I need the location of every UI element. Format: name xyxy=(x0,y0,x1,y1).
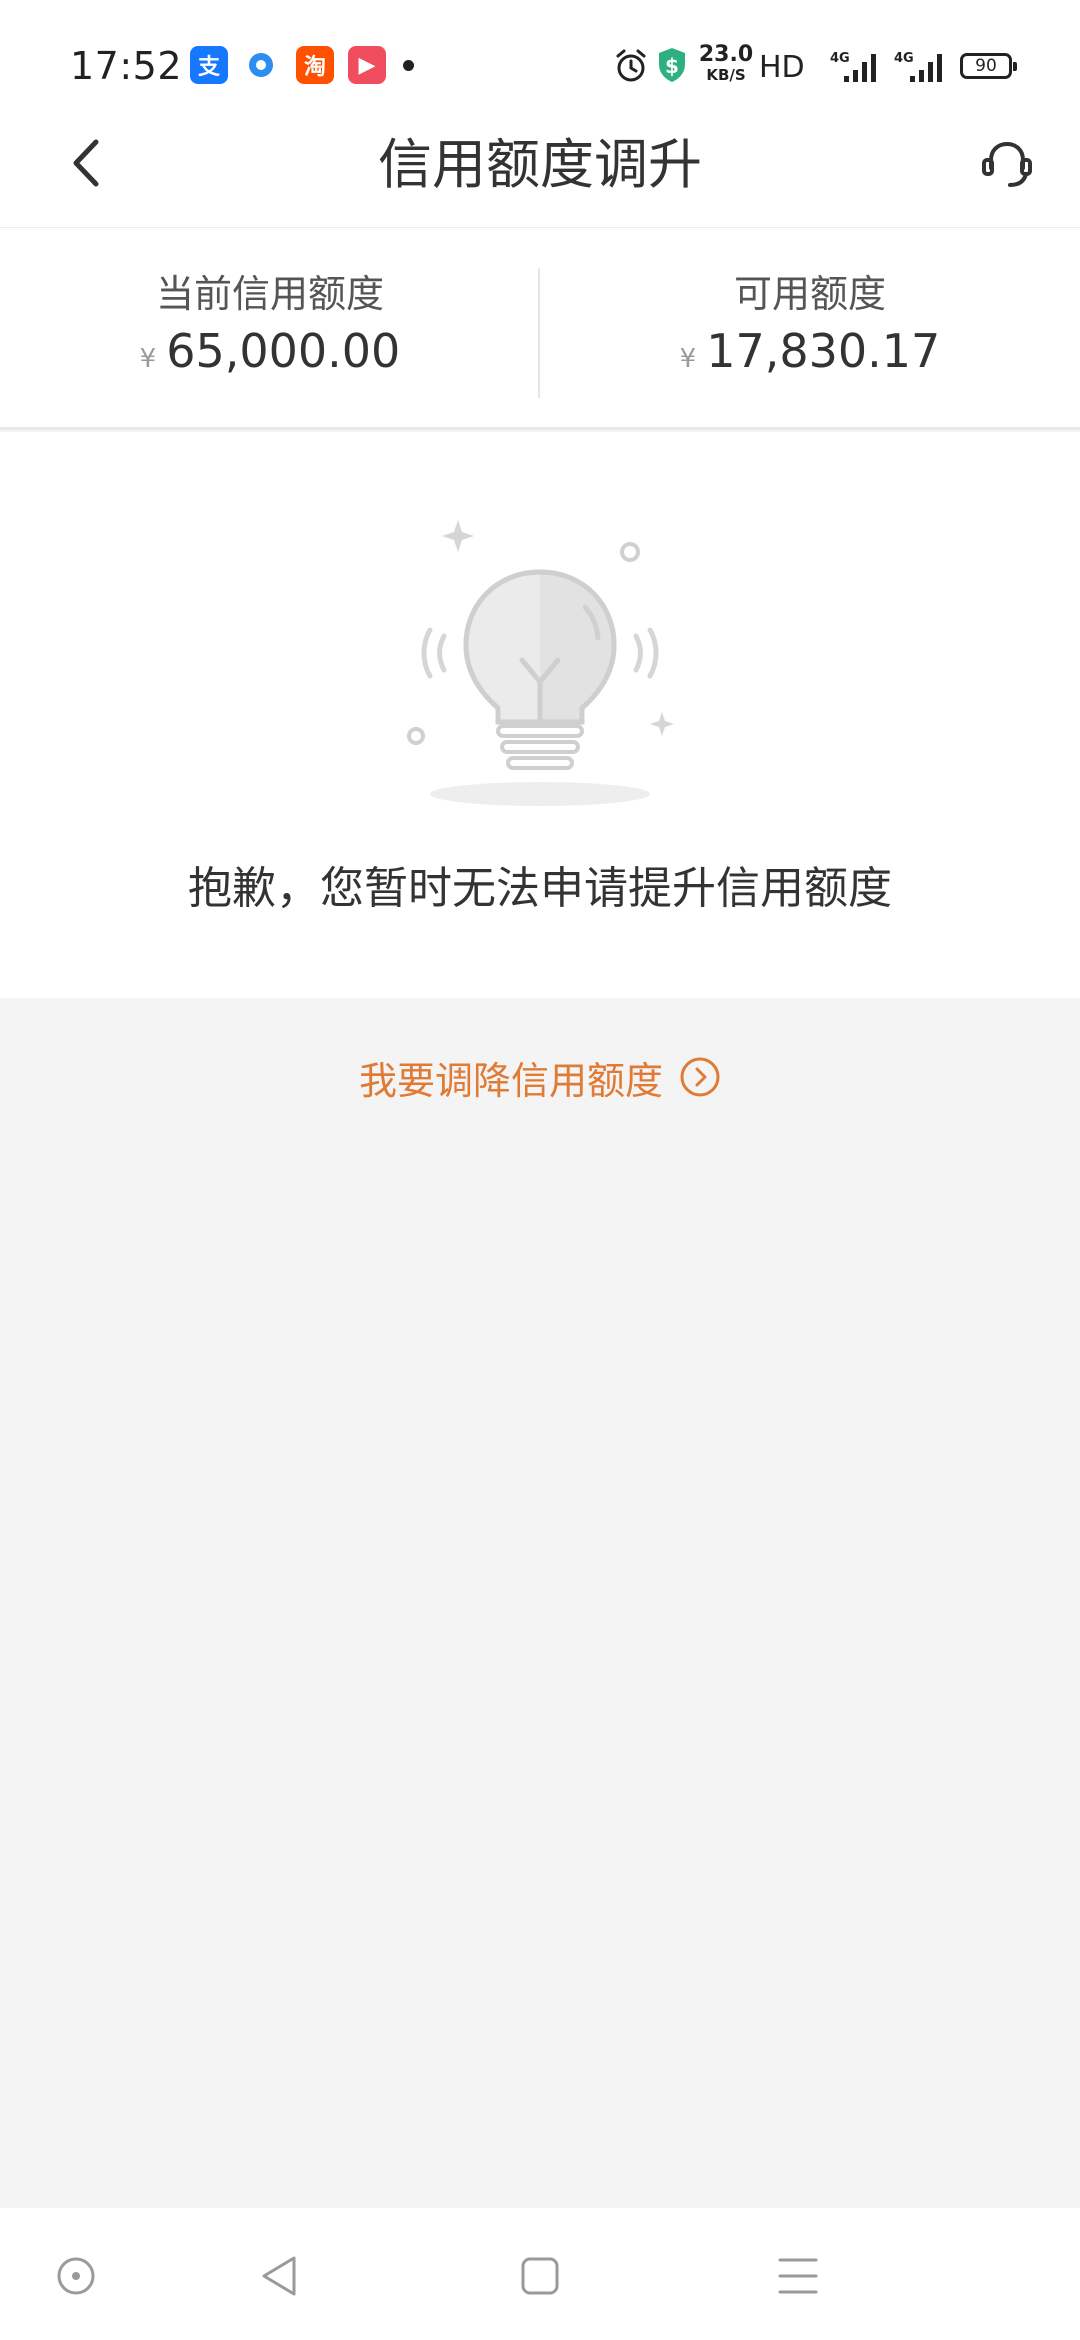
alarm-icon xyxy=(616,49,646,82)
network-2-label: 4G xyxy=(894,51,914,66)
reduce-credit-limit-link[interactable]: 我要调降信用额度 xyxy=(0,1052,1080,1103)
available-credit-amount: 17,830.17 xyxy=(706,324,941,378)
status-time: 17:52 xyxy=(70,44,183,88)
current-credit-amount-row: ¥65,000.00 xyxy=(0,324,540,378)
current-credit-label: 当前信用额度 xyxy=(155,272,384,316)
current-credit-limit: 当前信用额度 ¥65,000.00 xyxy=(0,228,540,430)
current-credit-amount: 65,000.00 xyxy=(166,324,401,378)
assistant-button[interactable] xyxy=(46,2248,106,2304)
reduce-credit-limit-label: 我要调降信用额度 xyxy=(358,1058,663,1103)
network-speed-value: 23.0 xyxy=(698,42,754,67)
video-app-icon: ▶ xyxy=(348,46,386,84)
available-credit-amount-row: ¥17,830.17 xyxy=(540,324,1080,378)
system-back-button[interactable] xyxy=(250,2248,310,2304)
menu-lines-icon xyxy=(778,2258,818,2294)
qq-browser-icon xyxy=(242,46,280,84)
triangle-back-icon xyxy=(262,2256,296,2296)
network-speed: 23.0 KB/S xyxy=(698,42,754,85)
taobao-icon: 淘 xyxy=(296,46,334,84)
recent-apps-button[interactable] xyxy=(768,2248,828,2304)
credit-summary: 当前信用额度 ¥65,000.00 可用额度 ¥17,830.17 xyxy=(0,228,1080,430)
system-navigation-bar xyxy=(0,2208,1080,2340)
notice-message: 抱歉，您暂时无法申请提升信用额度 xyxy=(188,863,892,914)
status-indicators: $ 23.0 KB/S HD 4G 4G 90 xyxy=(614,44,1034,88)
customer-service-button[interactable] xyxy=(972,130,1062,228)
dot-circle-icon xyxy=(57,2257,95,2295)
network-speed-unit: KB/S xyxy=(706,66,746,84)
square-home-icon xyxy=(521,2257,559,2295)
status-bar: 17:52 支 淘 ▶ $ 23.0 KB/S HD 4G 4G 90 xyxy=(0,0,1080,130)
currency-symbol: ¥ xyxy=(679,344,697,374)
available-credit: 可用额度 ¥17,830.17 xyxy=(540,228,1080,430)
page-title: 信用额度调升 xyxy=(378,133,702,196)
alipay-icon: 支 xyxy=(190,46,228,84)
available-credit-label: 可用额度 xyxy=(733,272,886,316)
lightbulb-icon xyxy=(407,520,674,806)
signal-icon-sim2: 4G xyxy=(894,51,942,82)
navigation-bar: 信用额度调升 xyxy=(0,130,1080,228)
home-button[interactable] xyxy=(510,2248,570,2304)
circle-arrow-right-icon xyxy=(680,1057,720,1097)
network-1-label: 4G xyxy=(830,51,850,66)
headset-icon xyxy=(982,141,1032,187)
signal-icon-sim1: 4G xyxy=(830,51,876,82)
svg-text:$: $ xyxy=(665,54,679,78)
notice-card: 抱歉，您暂时无法申请提升信用额度 xyxy=(0,432,1080,998)
currency-symbol: ¥ xyxy=(139,344,157,374)
hd-indicator: HD xyxy=(759,50,805,85)
more-notifications-dot xyxy=(403,60,414,71)
battery-icon: 90 xyxy=(960,53,1017,79)
security-shield-icon: $ xyxy=(659,48,685,82)
